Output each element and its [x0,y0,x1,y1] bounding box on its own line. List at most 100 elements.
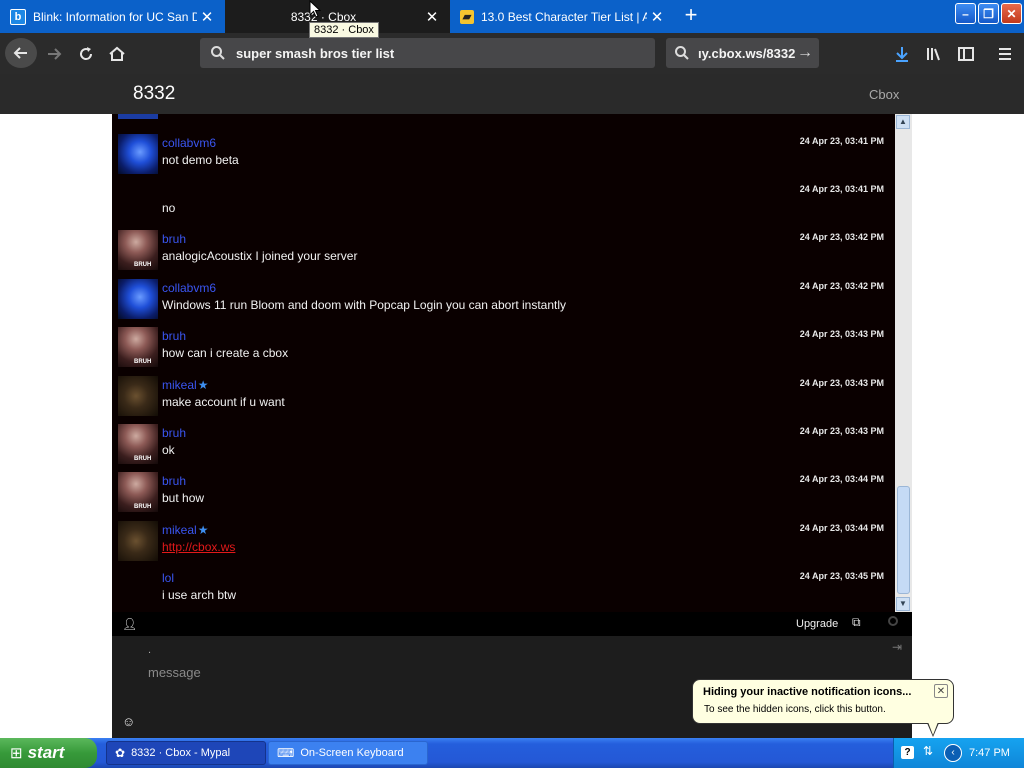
emoji-icon[interactable]: ☺ [122,714,135,729]
timestamp: 24 Apr 23, 03:44 PM [799,474,884,484]
tab-strip: b Blink: Information for UC San Diego ✕ … [0,0,1024,33]
cbox-brand-link[interactable]: Cbox [869,87,899,102]
menu-button[interactable] [991,40,1019,68]
username[interactable]: mikeal★ [162,523,208,537]
close-tab-icon[interactable]: ✕ [197,8,217,26]
close-window-button[interactable]: ✕ [1001,3,1022,24]
help-icon[interactable]: ? [901,746,914,759]
message-scrollbar[interactable]: ▲ ▼ [895,114,912,612]
cbox-widget: collabvm6 not demo beta 24 Apr 23, 03:41… [112,114,912,738]
username[interactable]: bruh [162,474,186,488]
tab-tier-list[interactable]: ▰ 13.0 Best Character Tier List | Ap ✕ [450,0,675,33]
search-bar[interactable]: ıy.cbox.ws/8332 → [666,38,819,68]
chat-message: BRUH bruh ok 24 Apr 23, 03:43 PM [112,412,895,464]
page-body: collabvm6 not demo beta 24 Apr 23, 03:41… [0,114,1024,738]
chat-message: BRUH bruh how can i create a cbox 24 Apr… [112,315,895,367]
restore-button[interactable]: ❐ [978,3,999,24]
sidebar-icon [958,47,974,61]
timestamp: 24 Apr 23, 03:43 PM [799,426,884,436]
forward-arrow-icon [48,48,62,60]
username[interactable]: lol [162,571,174,585]
username[interactable]: collabvm6 [162,136,216,150]
balloon-title: Hiding your inactive notification icons.… [703,686,912,698]
chat-message: no 24 Apr 23, 03:41 PM [112,170,895,218]
back-button[interactable] [5,38,37,68]
avatar [118,134,158,174]
timestamp: 24 Apr 23, 03:41 PM [799,136,884,146]
mouse-pointer-icon [309,0,321,18]
mypal-icon: ✿ [115,746,126,760]
username-text: mikeal [162,378,197,392]
taskbar-button-label: 8332 · Cbox - Mypal [131,747,231,759]
avatar [118,376,158,416]
show-hidden-icons-button[interactable]: ‹ [944,744,962,762]
username[interactable]: bruh [162,329,186,343]
new-tab-icon[interactable]: + [680,4,702,27]
message-text: not demo beta [162,153,239,167]
scrollbar-thumb[interactable] [897,486,910,594]
library-icon [927,48,940,61]
scroll-down-arrow-icon[interactable]: ▼ [896,597,910,611]
message-list: collabvm6 not demo beta 24 Apr 23, 03:41… [112,114,895,612]
sidebar-button[interactable] [952,40,980,68]
downloads-button[interactable] [888,40,916,68]
home-button[interactable] [103,40,131,68]
star-icon: ★ [197,378,209,392]
avatar [118,279,158,319]
scroll-up-arrow-icon[interactable]: ▲ [896,115,910,129]
username[interactable]: collabvm6 [162,281,216,295]
minimize-button[interactable]: – [955,3,976,24]
url-bar[interactable]: super smash bros tier list [200,38,655,68]
notification-balloon: Hiding your inactive notification icons.… [692,679,954,737]
taskbar-button-mypal[interactable]: ✿ 8332 · Cbox - Mypal [106,741,266,765]
avatar [118,521,158,561]
taskbar-button-label: On-Screen Keyboard [300,747,404,759]
go-arrow-icon[interactable]: → [797,44,819,62]
system-tray: ? ⇅ ‹ 7:47 PM [893,738,1024,768]
refresh-icon[interactable] [888,616,898,626]
message-text: Windows 11 run Bloom and doom with Popca… [162,298,567,312]
message-text: how can i create a cbox [162,346,289,360]
keyboard-icon: ⌨ [277,746,295,760]
avatar: BRUH [118,327,158,367]
reload-button[interactable] [72,40,100,68]
library-button[interactable] [920,40,948,68]
close-tab-icon[interactable]: ✕ [647,8,667,26]
taskbar-button-keyboard[interactable]: ⌨ On-Screen Keyboard [268,741,428,765]
taskbar: ⊞ start ✿ 8332 · Cbox - Mypal ⌨ On-Scree… [0,738,1024,768]
chat-message: collabvm6 Windows 11 run Bloom and doom … [112,267,895,319]
chat-message: BRUH bruh analogicAcoustix I joined your… [112,218,895,270]
windows-logo-icon: ⊞ [10,745,23,762]
chat-message: BRUH bruh but how 24 Apr 23, 03:44 PM [112,460,895,512]
close-icon[interactable]: ✕ [934,684,948,698]
username[interactable]: mikeal★ [162,378,208,392]
popout-icon[interactable]: ⧉ [852,615,861,630]
message-text: ok [162,443,175,457]
forward-button[interactable] [40,40,68,68]
search-text: ıy.cbox.ws/8332 [698,45,796,61]
close-tab-icon[interactable]: ✕ [422,8,442,26]
login-icon[interactable]: ⇥ [892,640,902,654]
start-label: start [27,743,65,762]
username[interactable]: bruh [162,232,186,246]
download-icon [896,47,908,62]
chat-message: mikeal★ http://cbox.ws 24 Apr 23, 03:44 … [112,509,895,561]
chat-message: collabvm6 not demo beta 24 Apr 23, 03:41… [112,122,895,174]
username[interactable]: bruh [162,426,186,440]
avatar: BRUH [118,424,158,464]
start-button[interactable]: ⊞ start [0,738,97,768]
balloon-text: To see the hidden icons, click this butt… [704,704,886,715]
search-icon [211,46,225,60]
search-icon [675,46,689,60]
upgrade-link[interactable]: Upgrade [796,618,838,630]
avatar: BRUH [118,230,158,270]
message-link[interactable]: http://cbox.ws [162,540,235,554]
name-field[interactable]: . [148,644,151,656]
tab-tooltip: 8332 · Cbox [309,22,379,38]
balloon-tail-fill [928,722,938,735]
network-icon[interactable]: ⇅ [923,744,933,758]
user-icon[interactable]: 👤︎ [122,617,137,631]
chat-message: mikeal★ make account if u want 24 Apr 23… [112,364,895,416]
tab-title: 13.0 Best Character Tier List | Ap [481,9,647,24]
tab-blink[interactable]: b Blink: Information for UC San Diego ✕ [0,0,225,33]
